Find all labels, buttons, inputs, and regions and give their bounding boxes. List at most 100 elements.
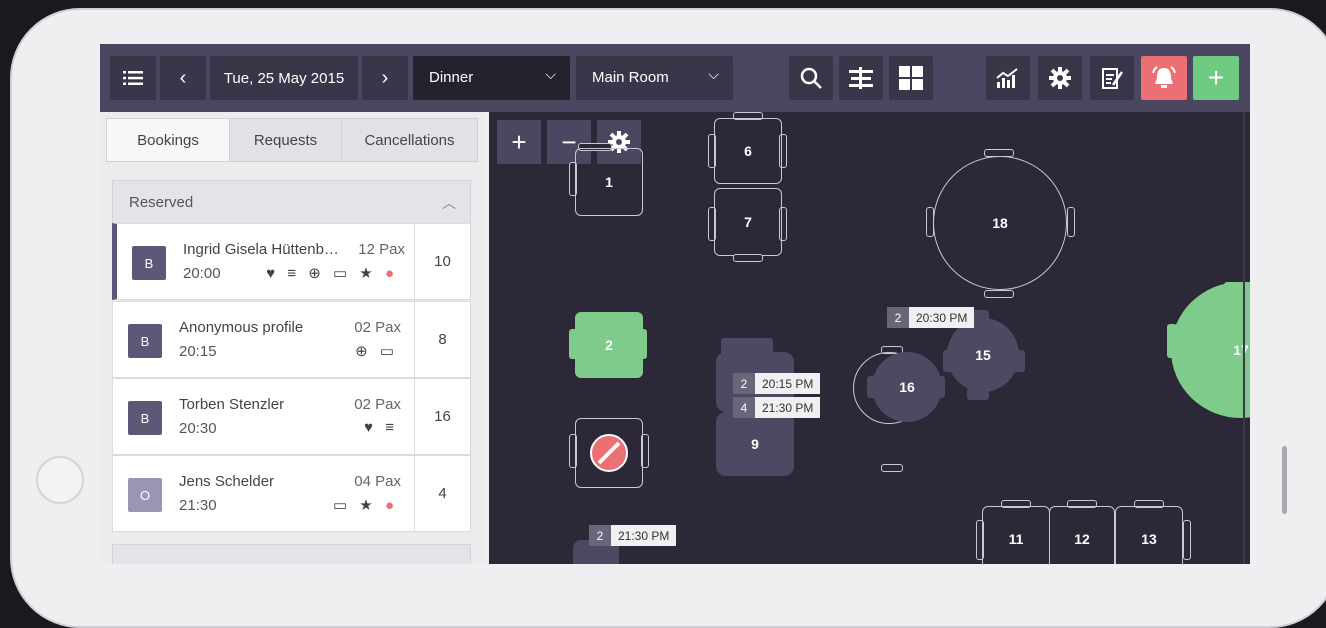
table-15[interactable]: 15 (947, 318, 1019, 392)
booking-row[interactable]: B Ingrid Gisela Hüttenb… 12 Pax 20:00 ♥ … (112, 223, 471, 300)
table-label: 16 (899, 379, 915, 395)
plus-icon: + (1207, 62, 1225, 93)
next-day-button[interactable]: › (362, 56, 408, 100)
booking-tag[interactable]: 4 21:30 PM (733, 397, 821, 418)
table-label: 7 (744, 214, 752, 230)
booking-time: 21:30 (179, 497, 217, 514)
chair (1067, 207, 1075, 237)
statistics-button[interactable] (986, 56, 1030, 100)
booking-type-badge: B (132, 246, 166, 280)
booking-tags-icons: ♥ ≡ (364, 419, 398, 436)
table-17[interactable]: 17 (1171, 282, 1250, 418)
booking-row[interactable]: O Jens Schelder 04 Pax 21:30 ▭ ★ ● 4 (112, 455, 471, 532)
checklist-button[interactable] (1090, 56, 1134, 100)
filter-icon (849, 67, 873, 89)
status-dot-icon: ● (384, 497, 398, 514)
table-2[interactable]: 2 (575, 312, 643, 378)
room-dropdown[interactable]: Main Room ⌵ (576, 56, 733, 100)
table-label: 18 (992, 215, 1008, 231)
search-button[interactable] (789, 56, 833, 100)
guest-name: Torben Stenzler (179, 396, 285, 413)
next-section-header[interactable] (112, 544, 471, 564)
booking-row[interactable]: B Torben Stenzler 02 Pax 20:30 ♥ ≡ 16 (112, 378, 471, 455)
floor-edge (1243, 112, 1245, 564)
date-label: Tue, 25 May 2015 (223, 69, 345, 87)
table-18[interactable]: 18 (933, 156, 1067, 290)
chevron-up-icon: ︿ (442, 195, 456, 211)
table-label: 1 (605, 174, 613, 190)
add-booking-button[interactable]: + (1193, 56, 1239, 100)
tab-label: Requests (253, 131, 318, 149)
booking-time: 20:30 (179, 420, 217, 437)
table-label: 12 (1074, 531, 1090, 547)
date-display[interactable]: Tue, 25 May 2015 (210, 56, 358, 100)
previous-day-button[interactable]: ‹ (160, 56, 206, 100)
table-6[interactable]: 6 (714, 118, 782, 184)
table-number: 10 (414, 224, 470, 299)
table-number: 8 (414, 302, 470, 377)
chevron-down-icon: ⌵ (708, 66, 719, 82)
grid-view-button[interactable] (889, 56, 933, 100)
booking-tags-icons: ♥ ≡ ⊕ ▭ ★ ● (266, 264, 398, 282)
tab-bookings[interactable]: Bookings (107, 119, 230, 161)
tag-count: 2 (887, 307, 909, 328)
list-icon (123, 71, 143, 85)
tag-time: 20:30 PM (909, 307, 975, 328)
chart-growth-icon (996, 68, 1018, 88)
table-7[interactable]: 7 (714, 188, 782, 256)
booking-time: 20:15 (179, 343, 217, 360)
chair (733, 254, 763, 262)
home-button[interactable] (36, 456, 84, 504)
chevron-left-icon: ‹ (179, 66, 187, 89)
table-11[interactable]: 11 (982, 506, 1050, 564)
filter-button[interactable] (839, 56, 883, 100)
booking-tag[interactable]: 2 20:30 PM (887, 307, 975, 328)
booking-type-badge: B (128, 401, 162, 435)
reserved-section-header[interactable]: Reserved ︿ (112, 180, 471, 224)
booking-type-badge: O (128, 478, 162, 512)
table-13[interactable]: 13 (1115, 506, 1183, 564)
gear-icon (1049, 67, 1071, 89)
booking-row[interactable]: B Anonymous profile 02 Pax 20:15 ⊕ ▭ 8 (112, 301, 471, 378)
party-size: 04 Pax (354, 473, 401, 490)
shift-label: Dinner (429, 69, 474, 86)
tag-count: 2 (733, 373, 755, 394)
room-label: Main Room (592, 69, 669, 86)
booking-tag[interactable]: 2 21:30 PM (589, 525, 677, 546)
tag-time: 21:30 PM (755, 397, 821, 418)
table-number: 4 (414, 456, 470, 531)
booking-tag[interactable]: 2 20:15 PM (733, 373, 821, 394)
tab-requests[interactable]: Requests (230, 119, 342, 161)
table-12[interactable]: 12 (1049, 506, 1115, 564)
alerts-button[interactable] (1141, 56, 1187, 100)
clipboard-edit-icon (1102, 68, 1124, 89)
tag-count: 2 (589, 525, 611, 546)
app-screen: ‹ Tue, 25 May 2015 › Dinner ⌵ Main Room … (100, 44, 1250, 564)
booking-type-badge: B (128, 324, 162, 358)
party-size: 02 Pax (354, 396, 401, 413)
chair (984, 290, 1014, 298)
booking-time: 20:00 (183, 265, 221, 282)
menu-list-button[interactable] (110, 56, 156, 100)
table-label: 2 (605, 337, 613, 353)
tag-icons: ⊕ ▭ (355, 343, 398, 360)
side-indicator (1282, 446, 1287, 514)
booking-tags-icons: ▭ ★ ● (333, 496, 398, 514)
table-number: 16 (414, 379, 470, 454)
settings-button[interactable] (1038, 56, 1082, 100)
shift-dropdown[interactable]: Dinner ⌵ (413, 56, 570, 100)
table-9[interactable]: 9 (716, 412, 794, 476)
tab-cancellations[interactable]: Cancellations (342, 119, 477, 161)
chair (1183, 520, 1191, 560)
party-size: 12 Pax (358, 241, 405, 258)
table-16[interactable]: 16 (872, 352, 942, 422)
tag-icons: ♥ ≡ ⊕ ▭ ★ (266, 265, 377, 282)
tag-icons: ♥ ≡ (364, 419, 398, 436)
plus-icon: + (511, 126, 527, 157)
zoom-in-button[interactable]: + (497, 120, 541, 164)
tag-icons: ▭ ★ (332, 497, 377, 514)
table-1[interactable]: 1 (575, 148, 643, 216)
chair (881, 464, 903, 472)
table-4-blocked[interactable] (575, 418, 643, 488)
party-size: 02 Pax (354, 319, 401, 336)
